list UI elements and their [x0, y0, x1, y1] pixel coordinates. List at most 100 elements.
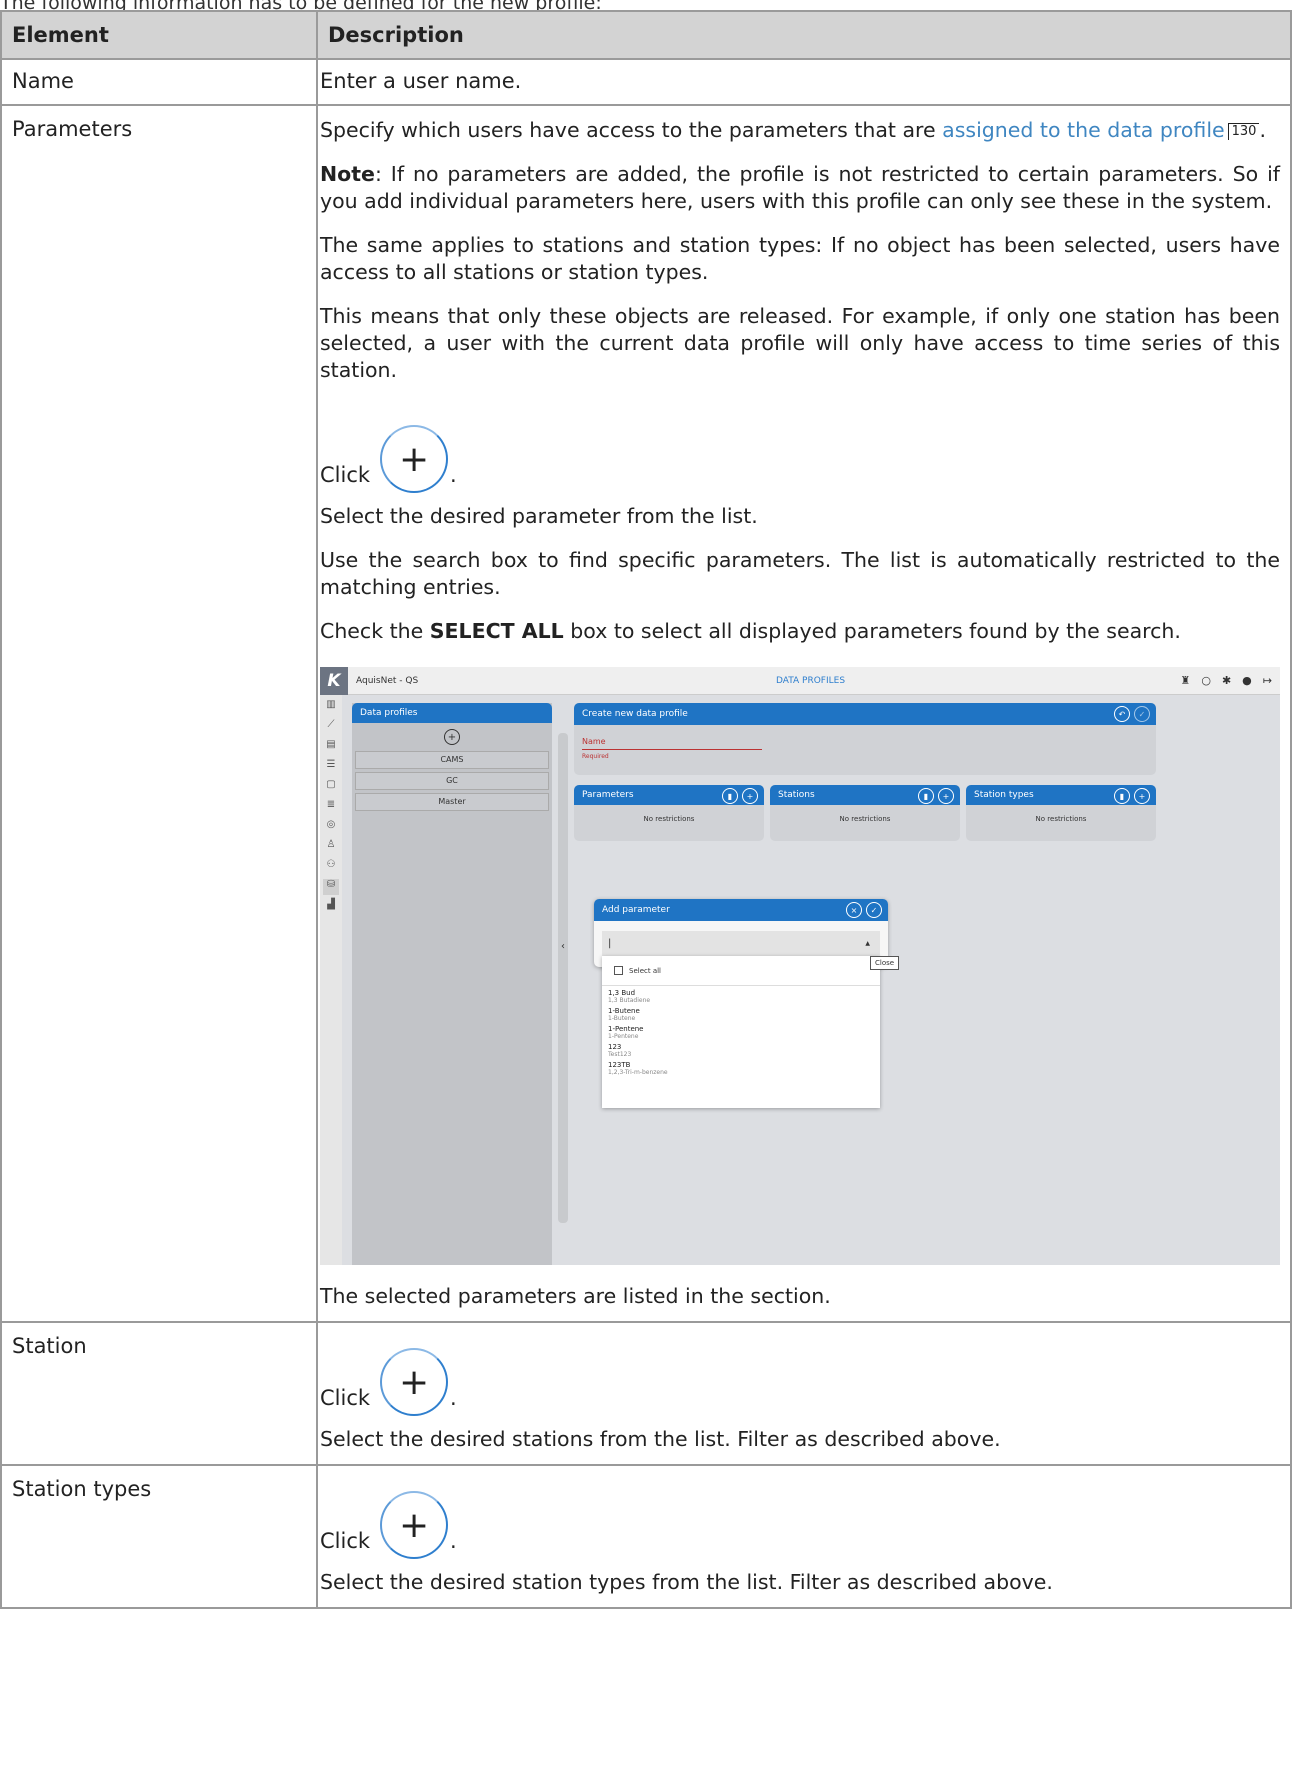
click-label: Click [320, 1529, 371, 1553]
dot: . [450, 1529, 457, 1553]
page-reference[interactable]: 130 [1227, 123, 1260, 140]
data-profiles-title: Data profiles [352, 703, 552, 723]
factory-icon[interactable]: ▟ [323, 899, 339, 915]
chevron-left-icon[interactable]: ‹ [561, 941, 565, 952]
data-profiles-panel: Data profiles + CAMS GC Master [352, 703, 552, 1265]
stations-card-header: Stations ▮ + [770, 785, 960, 805]
parameters-card-header: Parameters ▮ + [574, 785, 764, 805]
table-header-row: Element Description [0, 10, 1292, 60]
map-icon[interactable]: ▥ [323, 699, 339, 715]
station-icon[interactable]: ♜ [1180, 674, 1190, 687]
caret-up-icon[interactable]: ▲ [865, 940, 870, 947]
click-instruction: Click + . [320, 401, 1280, 493]
select-all-a: Check the [320, 619, 430, 643]
user-settings-icon[interactable]: ♙ [323, 839, 339, 855]
assigned-profile-link[interactable]: assigned to the data profile [942, 118, 1224, 142]
undo-icon[interactable]: ↶ [1114, 706, 1130, 722]
add-profile-button[interactable]: + [444, 729, 460, 745]
clipboard-icon[interactable]: ▢ [323, 779, 339, 795]
parameter-search-input[interactable]: | ▲ [602, 931, 880, 957]
select-station-types-text: Select the desired station types from th… [320, 1570, 1053, 1594]
note-text: : If no parameters are added, the profil… [320, 162, 1280, 213]
profile-item[interactable]: CAMS [355, 751, 549, 769]
description-name: Enter a user name. [316, 58, 1292, 106]
layers-icon[interactable]: ≣ [323, 799, 339, 815]
element-station: Station [0, 1321, 318, 1466]
refresh-icon[interactable]: ○ [1201, 674, 1211, 687]
add-icon[interactable]: + [1134, 788, 1150, 804]
app-screenshot: K AquisNet - QS DATA PROFILES ♜ ○ ✱ ● ↦ … [320, 667, 1280, 1265]
header-element: Element [0, 10, 318, 60]
option-name: 123TB [608, 1061, 631, 1069]
panel-divider[interactable] [558, 733, 568, 1223]
add-button-icon: + [380, 425, 449, 493]
parameters-card-body: No restrictions [643, 815, 695, 823]
select-stations-text: Select the desired stations from the lis… [320, 1427, 1001, 1451]
app-logo-icon: K [320, 667, 348, 695]
description-parameters: Specify which users have access to the p… [316, 104, 1292, 1323]
stations-card-body: No restrictions [839, 815, 891, 823]
station-types-card-title: Station types [974, 790, 1034, 800]
create-profile-header: Create new data profile ↶ ✓ [574, 703, 1156, 725]
profile-item[interactable]: GC [355, 772, 549, 790]
parameter-dropdown-list: Select all 1,3 Bud 1,3 Butadiene 1-Butene… [602, 956, 880, 1108]
table-row-station: Station Click + . Select the desired sta… [0, 1321, 1292, 1466]
document-icon[interactable]: ▤ [323, 739, 339, 755]
nav-sidebar: ▥ ⟋ ▤ ☰ ▢ ≣ ◎ ♙ ⚇ ⛁ ▟ [320, 695, 342, 1265]
add-parameter-header: Add parameter × ✓ [594, 899, 888, 921]
selected-parameters-text: The selected parameters are listed in th… [320, 1284, 831, 1308]
list-item[interactable]: 123 Test123 [602, 1040, 880, 1058]
list-item[interactable]: 1,3 Bud 1,3 Butadiene [602, 986, 880, 1004]
add-icon[interactable]: + [742, 788, 758, 804]
database-icon[interactable]: ☰ [323, 759, 339, 775]
table-row-station-types: Station types Click + . Select the desir… [0, 1464, 1292, 1609]
list-item[interactable]: 1-Butene 1-Butene [602, 1004, 880, 1022]
add-parameter-title: Add parameter [602, 905, 670, 915]
app-toolbar: K AquisNet - QS DATA PROFILES ♜ ○ ✱ ● ↦ [320, 667, 1280, 695]
select-all-option[interactable]: Select all [602, 956, 880, 986]
add-icon[interactable]: + [938, 788, 954, 804]
list-item[interactable]: 1-Pentene 1-Pentene [602, 1022, 880, 1040]
option-subtitle: Test123 [608, 1051, 632, 1058]
users-icon[interactable]: ⚇ [323, 859, 339, 875]
target-icon[interactable]: ◎ [323, 819, 339, 835]
search-box-text: Use the search box to find specific para… [320, 548, 1280, 599]
name-field-label: Name [582, 737, 606, 746]
select-all-text: Check the SELECT ALL box to select all d… [320, 618, 1280, 645]
user-icon[interactable]: ● [1242, 674, 1252, 687]
note-label: Note [320, 162, 375, 186]
page-title: DATA PROFILES [776, 676, 846, 686]
select-parameter-text: Select the desired parameter from the li… [320, 504, 758, 528]
station-types-card-body: No restrictions [1035, 815, 1087, 823]
check-icon[interactable]: ✓ [1134, 706, 1150, 722]
data-profile-icon[interactable]: ⛁ [323, 879, 339, 895]
gear-icon[interactable]: ✱ [1222, 674, 1231, 687]
element-name: Name [0, 58, 318, 106]
required-hint: Required [582, 753, 609, 760]
option-subtitle: 1-Butene [608, 1015, 636, 1022]
profile-item[interactable]: Master [355, 793, 549, 811]
release-note: This means that only these objects are r… [320, 304, 1280, 382]
option-subtitle: 1,3 Butadiene [608, 997, 651, 1004]
logout-icon[interactable]: ↦ [1263, 674, 1272, 687]
chart-icon[interactable]: ⟋ [323, 719, 339, 735]
trash-icon[interactable]: ▮ [722, 788, 738, 804]
check-icon[interactable]: ✓ [866, 902, 882, 918]
parameters-intro-text: Specify which users have access to the p… [320, 118, 943, 142]
trash-icon[interactable]: ▮ [1114, 788, 1130, 804]
list-item[interactable]: 123TB 1,2,3-Tri-m-benzene [602, 1058, 880, 1076]
app-title: AquisNet - QS [356, 676, 419, 686]
select-all-label: Select all [629, 966, 661, 975]
click-label: Click [320, 463, 371, 487]
table-row-name: Name Enter a user name. [0, 58, 1292, 106]
note-paragraph: Note: If no parameters are added, the pr… [320, 161, 1280, 215]
stations-note: The same applies to stations and station… [320, 233, 1280, 284]
close-icon[interactable]: × [846, 902, 862, 918]
create-profile-panel: Create new data profile ↶ ✓ Name Require… [574, 703, 1156, 775]
option-name: 1,3 Bud [608, 989, 636, 997]
trash-icon[interactable]: ▮ [918, 788, 934, 804]
name-field[interactable] [582, 749, 762, 750]
dot: . [450, 463, 457, 487]
select-all-b: box to select all displayed parameters f… [563, 619, 1181, 643]
checkbox-icon[interactable] [614, 966, 623, 975]
